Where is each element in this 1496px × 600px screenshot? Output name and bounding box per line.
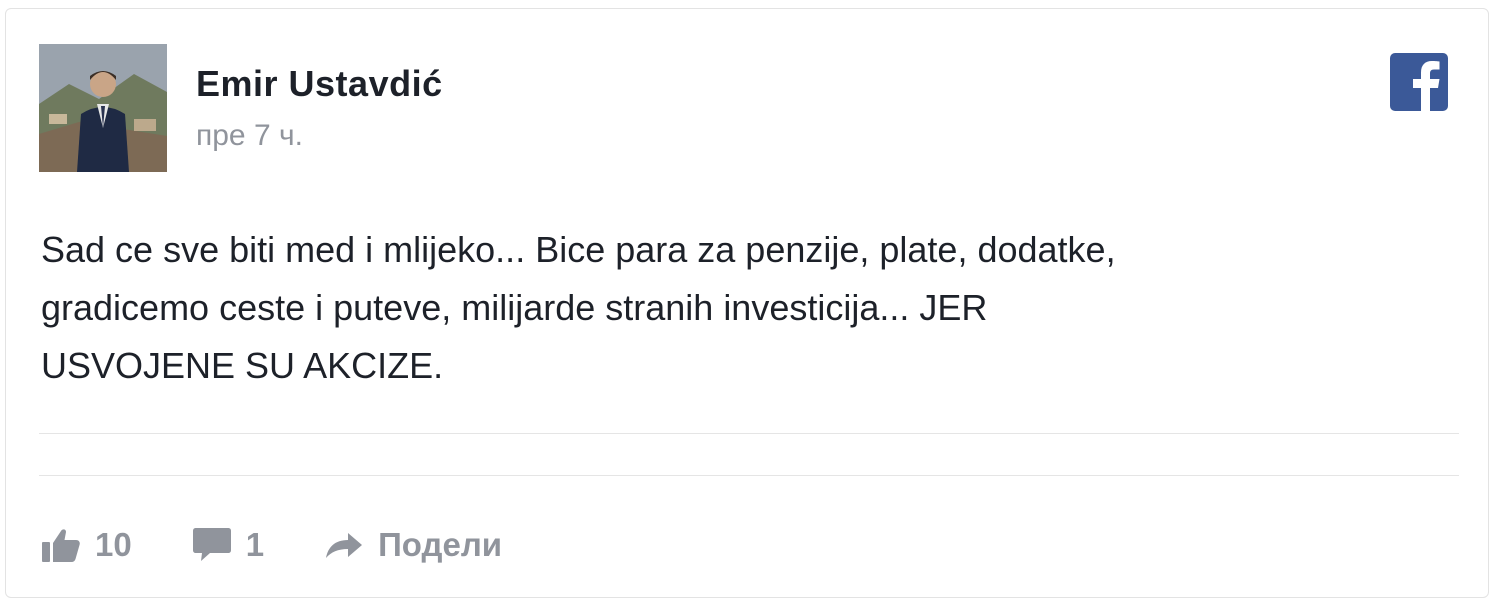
- like-count: 10: [95, 526, 132, 563]
- share-button[interactable]: Подели: [324, 526, 502, 564]
- action-bar: 10 1 Подели: [41, 517, 502, 573]
- author-name[interactable]: Emir Ustavdić: [196, 63, 443, 105]
- divider: [39, 433, 1459, 434]
- avatar-photo: [39, 44, 167, 172]
- divider: [39, 475, 1459, 476]
- like-button[interactable]: 10: [41, 526, 132, 564]
- post-card: Emir Ustavdić пре 7 ч. Sad ce sve biti m…: [5, 8, 1489, 598]
- thumbs-up-icon: [42, 529, 80, 562]
- avatar[interactable]: [39, 44, 167, 172]
- comment-button[interactable]: 1: [192, 526, 264, 564]
- facebook-icon[interactable]: [1390, 53, 1448, 111]
- post-timestamp[interactable]: пре 7 ч.: [196, 119, 303, 153]
- share-arrow-icon: [326, 533, 363, 558]
- post-text: Sad ce sve biti med i mlijeko... Bice pa…: [41, 229, 1116, 386]
- comment-count: 1: [245, 526, 265, 563]
- comment-icon: [192, 528, 231, 561]
- share-label: Подели: [378, 526, 503, 563]
